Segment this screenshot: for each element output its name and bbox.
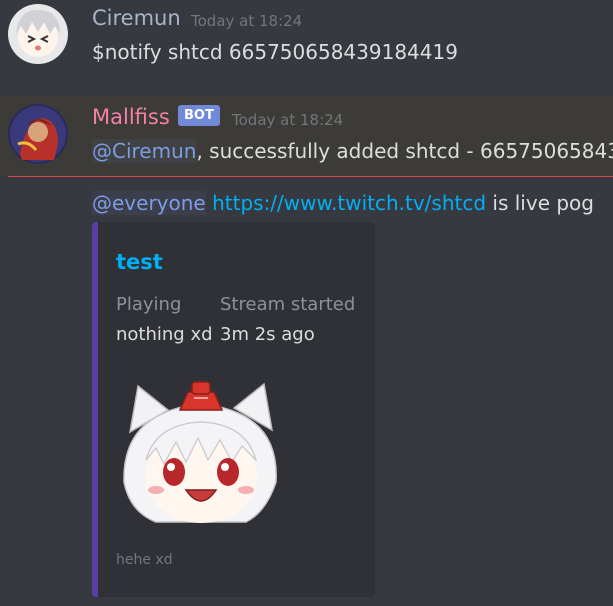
field-value-playing: nothing xd <box>116 324 213 345</box>
message-text: @Ciremun, successfully added shtcd - 665… <box>92 139 613 163</box>
avatar[interactable] <box>8 4 68 64</box>
field-name-playing: Playing <box>116 294 182 315</box>
announcement-body: is live pog <box>486 191 594 215</box>
timestamp: Today at 18:24 <box>232 111 344 129</box>
announcement-text: @everyone https://www.twitch.tv/shtcd is… <box>92 191 594 215</box>
stream-link[interactable]: https://www.twitch.tv/shtcd <box>212 191 486 215</box>
wolf-girl-chibi-image-icon <box>123 381 277 523</box>
red-figure-avatar-icon <box>8 104 68 164</box>
timestamp: Today at 18:24 <box>191 12 303 30</box>
new-messages-divider <box>8 176 613 177</box>
message-ciremun: Ciremun Today at 18:24 $notify shtcd 665… <box>0 0 613 96</box>
embed-thumbnail[interactable] <box>116 372 286 536</box>
message-body: , successfully added shtcd - 66575065843… <box>196 139 613 163</box>
chat-messages: Ciremun Today at 18:24 $notify shtcd 665… <box>0 0 613 606</box>
stream-embed: test Playing nothing xd Stream started 3… <box>92 222 375 597</box>
bot-avatar[interactable] <box>8 104 68 164</box>
field-value-stream-started: 3m 2s ago <box>220 324 315 345</box>
everyone-mention[interactable]: @everyone <box>92 191 206 215</box>
embed-footer: hehe xd <box>116 552 173 568</box>
bot-badge: BOT <box>178 105 220 126</box>
field-name-stream-started: Stream started <box>220 294 356 315</box>
bot-username[interactable]: Mallfiss <box>92 105 170 129</box>
embed-title[interactable]: test <box>116 250 163 274</box>
username[interactable]: Ciremun <box>92 6 181 30</box>
anime-face-avatar-icon <box>8 4 68 64</box>
user-mention[interactable]: @Ciremun <box>92 139 197 163</box>
message-text: $notify shtcd 665750658439184419 <box>92 40 458 64</box>
